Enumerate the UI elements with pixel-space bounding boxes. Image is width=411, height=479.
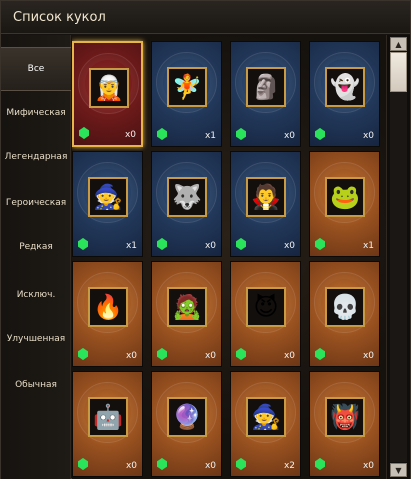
red-imp-portrait: 👹	[325, 397, 365, 437]
beast-warrior-portrait: 🐺	[167, 177, 207, 217]
green-gem-icon	[315, 238, 325, 250]
doll-count: x0	[204, 461, 216, 471]
doll-card[interactable]: 😈 x0	[230, 261, 301, 367]
sidebar-item-label: Легендарная	[4, 152, 68, 162]
grid-scrollbar[interactable]: ▲ ▼	[386, 35, 410, 479]
doll-card[interactable]: 🤖 x0	[72, 371, 143, 477]
doll-count: x1	[125, 241, 137, 251]
sidebar-item-7[interactable]: Обычная	[1, 363, 71, 407]
doll-card[interactable]: 🐸 x1	[309, 151, 380, 257]
doll-count: x0	[362, 131, 374, 141]
ice-spirit-portrait: 👻	[325, 67, 365, 107]
green-gem-icon	[315, 458, 325, 470]
green-gem-icon	[236, 348, 246, 360]
doll-card[interactable]: 🧙 x2	[230, 371, 301, 477]
scroll-up-button[interactable]: ▲	[390, 37, 407, 51]
doll-card[interactable]: 👹 x0	[309, 371, 380, 477]
doll-count: x0	[362, 351, 374, 361]
doll-card[interactable]: 🧛 x0	[230, 151, 301, 257]
sidebar-item-label: Все	[27, 64, 45, 74]
doll-card[interactable]: 🧙 x1	[72, 151, 143, 257]
green-gem-icon	[79, 127, 89, 139]
doll-count: x0	[125, 461, 137, 471]
doll-count: x0	[204, 241, 216, 251]
stone-golem-portrait: 🗿	[246, 67, 286, 107]
doll-card[interactable]: 🐺 x0	[151, 151, 222, 257]
green-gem-icon	[78, 348, 88, 360]
scroll-track[interactable]	[390, 52, 407, 462]
title-bar: Список кукол	[1, 1, 410, 34]
fire-elemental-portrait: 🔥	[88, 287, 128, 327]
doll-card[interactable]: 🧚 x1	[151, 41, 222, 147]
doll-grid: 🧝 x0 🧚 x1 🗿 x0 👻 x0 🧙 x1 🐺 x0 🧛 x0 🐸 x1 🔥 x0 🧟 x0 😈 x0 💀 x0 🤖 x0 🔮…	[72, 35, 386, 479]
window-title: Список кукол	[13, 10, 106, 25]
green-gem-icon	[157, 238, 167, 250]
sidebar-item-label: Редкая	[19, 242, 53, 252]
green-gem-icon	[157, 348, 167, 360]
sidebar-item-label: Улучшенная	[6, 334, 66, 344]
doll-count: x0	[204, 351, 216, 361]
dark-mage-portrait: 🧙	[246, 397, 286, 437]
green-gem-icon	[157, 128, 167, 140]
sidebar-item-4[interactable]: Редкая	[1, 225, 71, 269]
ice-troll-portrait: 🧟	[167, 287, 207, 327]
sidebar-item-label: Мифическая	[6, 108, 66, 118]
doll-card[interactable]: 🧟 x0	[151, 261, 222, 367]
sidebar-item-0[interactable]: Все	[1, 47, 71, 91]
doll-list-window: Список кукол Все Мифическая Легендарная Гер…	[0, 0, 411, 479]
doll-count: x0	[362, 461, 374, 471]
doll-card[interactable]: 🧝 x0	[72, 41, 143, 147]
doll-count: x2	[283, 461, 295, 471]
green-gem-icon	[315, 348, 325, 360]
sidebar-item-1[interactable]: Мифическая	[1, 91, 71, 135]
doll-count: x1	[204, 131, 216, 141]
doll-count: x0	[283, 131, 295, 141]
sidebar-item-6[interactable]: Улучшенная	[1, 317, 71, 361]
bone-creature-portrait: 💀	[325, 287, 365, 327]
frog-portrait: 🐸	[325, 177, 365, 217]
green-gem-icon	[157, 458, 167, 470]
scroll-up-icon: ▲	[395, 39, 402, 49]
doll-count: x0	[283, 241, 295, 251]
sidebar-item-5[interactable]: Исключ.	[1, 273, 71, 317]
scroll-thumb[interactable]	[390, 52, 407, 92]
green-gem-icon	[78, 458, 88, 470]
sidebar-item-label: Исключ.	[16, 290, 56, 300]
red-demon-portrait: 😈	[246, 287, 286, 327]
ice-maiden-portrait: 🧚	[167, 67, 207, 107]
green-gem-icon	[236, 458, 246, 470]
doll-card[interactable]: 🔥 x0	[72, 261, 143, 367]
green-gem-icon	[78, 238, 88, 250]
scroll-down-button[interactable]: ▼	[390, 463, 407, 477]
green-gem-icon	[315, 128, 325, 140]
doll-card[interactable]: 🗿 x0	[230, 41, 301, 147]
armored-knight-portrait: 🤖	[88, 397, 128, 437]
scroll-down-icon: ▼	[395, 465, 402, 475]
doll-count: x0	[125, 351, 137, 361]
red-sorceress-portrait: 🧛	[246, 177, 286, 217]
sidebar-item-2[interactable]: Легендарная	[1, 135, 71, 179]
sidebar-item-label: Обычная	[15, 380, 57, 390]
crystal-orb-portrait: 🔮	[167, 397, 207, 437]
sidebar-item-3[interactable]: Героическая	[1, 181, 71, 225]
green-gem-icon	[236, 238, 246, 250]
doll-count: x0	[283, 351, 295, 361]
doll-count: x0	[124, 130, 136, 140]
doll-card[interactable]: 💀 x0	[309, 261, 380, 367]
knight-portrait: 🧝	[89, 68, 129, 108]
doll-card[interactable]: 👻 x0	[309, 41, 380, 147]
green-gem-icon	[236, 128, 246, 140]
doll-count: x1	[362, 241, 374, 251]
doll-card[interactable]: 🔮 x0	[151, 371, 222, 477]
sidebar-item-label: Героическая	[5, 198, 67, 208]
rarity-sidebar: Все Мифическая Легендарная Героическая Редка…	[1, 35, 71, 479]
white-haired-hero-portrait: 🧙	[88, 177, 128, 217]
